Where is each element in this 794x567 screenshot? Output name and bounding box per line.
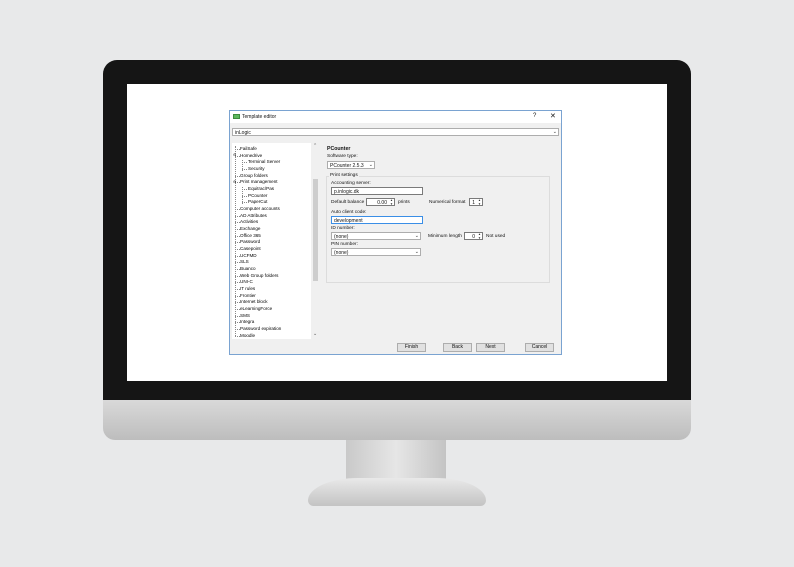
tree-item[interactable]: eLearningForce [240, 306, 272, 311]
tree-item[interactable]: Internet block [240, 299, 268, 304]
id-number-label: ID number: [331, 226, 355, 231]
template-editor-window: Template editor ? ✕ inLogic ⌄ FailSafe ⊖ H… [229, 110, 562, 355]
software-type-label: Software type: [327, 154, 358, 159]
tree-connector [235, 146, 236, 336]
tree-item[interactable]: PCounter [248, 193, 267, 198]
tree-collapse-icon[interactable]: ⊖ [233, 152, 236, 157]
tree-connector-stub [242, 162, 247, 164]
tree-connector-stub [242, 189, 247, 191]
tree-item[interactable]: Web Group folders [240, 273, 278, 278]
minimum-length-value: 0 [472, 234, 475, 240]
pin-number-value: (none) [334, 250, 349, 256]
monitor-chin [103, 400, 691, 440]
next-button[interactable]: Next [476, 343, 505, 352]
tree-scrollbar[interactable]: ⌃ ⌄ [311, 143, 320, 339]
tree-item[interactable]: Group folders [240, 173, 268, 178]
default-balance-unit: prints [398, 200, 410, 205]
tree-item[interactable]: Casepoint [240, 246, 261, 251]
tree-connector-stub [242, 195, 247, 197]
help-button[interactable]: ? [533, 113, 536, 119]
tree-item[interactable]: Buanco [240, 266, 256, 271]
title-bar: Template editor ? ✕ [230, 111, 561, 123]
spin-arrows-icon[interactable]: ▲ ▼ [478, 232, 481, 240]
auto-client-code-value: development [334, 218, 363, 224]
default-balance-value: 0.00 [377, 200, 387, 206]
pin-number-select[interactable]: (none) ⌄ [331, 248, 421, 256]
monitor-stand-base [308, 478, 486, 506]
id-number-select[interactable]: (none) ⌄ [331, 232, 421, 240]
spin-arrows-icon[interactable]: ▲ ▼ [478, 198, 481, 206]
numerical-format-stepper[interactable]: 1 ▲ ▼ [469, 198, 483, 206]
chevron-down-icon: ⌄ [414, 249, 419, 255]
auto-client-code-input[interactable]: development [331, 216, 423, 224]
accounting-server-input[interactable]: p.inlogic.dk [331, 187, 423, 195]
default-balance-label: Default balance [331, 200, 365, 205]
tree-item[interactable]: UNI-C [240, 279, 253, 284]
chevron-down-icon: ⌄ [368, 162, 373, 168]
numerical-format-value: 1 [472, 200, 475, 206]
software-type-select[interactable]: PCounter 2.5.3 ⌄ [327, 161, 375, 169]
tree-item[interactable]: Equitrac/Pas [248, 186, 274, 191]
default-balance-stepper[interactable]: 0.00 ▲ ▼ [366, 198, 395, 206]
accounting-server-value: p.inlogic.dk [334, 189, 360, 195]
scroll-down-icon[interactable]: ⌄ [313, 331, 317, 337]
tree-item[interactable]: AD Attributes [240, 213, 267, 218]
tree-item[interactable]: SLS [240, 259, 249, 264]
tree-item[interactable]: Frontier [240, 293, 256, 298]
spin-arrows-icon[interactable]: ▲ ▼ [390, 198, 393, 206]
auto-client-code-label: Auto client code: [331, 210, 367, 215]
software-type-value: PCounter 2.5.3 [330, 163, 364, 169]
finish-button[interactable]: Finish [397, 343, 426, 352]
tree-collapse-icon[interactable]: ⊖ [233, 179, 236, 184]
tree-item[interactable]: Terminal Server [248, 159, 280, 164]
tree-item[interactable]: UCFMD [240, 253, 257, 258]
tree-item[interactable]: Exchange [240, 226, 260, 231]
not-used-label: Not used [486, 234, 506, 239]
pin-number-label: PIN number: [331, 242, 358, 247]
tree-item[interactable]: Homedrive [240, 153, 262, 158]
accounting-server-label: Accounting server: [331, 181, 371, 186]
close-button[interactable]: ✕ [550, 112, 556, 120]
settings-tree: FailSafe ⊖ Homedrive Terminal Server Securit… [232, 143, 320, 339]
tree-item[interactable]: FailSafe [240, 146, 257, 151]
tree-item[interactable]: Activities [240, 219, 258, 224]
minimum-length-label: Minimum length [428, 234, 462, 239]
tree-item[interactable]: Password [240, 239, 260, 244]
window-title: Template editor [242, 114, 277, 120]
tree-item[interactable]: Computer accounts [240, 206, 280, 211]
tree-item[interactable]: Print management [240, 179, 278, 184]
tree-scroll-thumb[interactable] [313, 179, 318, 281]
template-select[interactable]: inLogic ⌄ [232, 128, 559, 136]
numerical-format-label: Numerical format [429, 200, 466, 205]
panel-title: PCounter [327, 146, 351, 152]
template-select-value: inLogic [235, 130, 251, 136]
app-icon [233, 114, 240, 119]
id-number-value: (none) [334, 234, 349, 240]
minimum-length-stepper[interactable]: 0 ▲ ▼ [464, 232, 483, 240]
tree-item[interactable]: SMS [240, 313, 250, 318]
tree-item[interactable]: Office 365 [240, 233, 261, 238]
scroll-up-icon[interactable]: ⌃ [313, 143, 317, 149]
tree-connector-stub [242, 169, 247, 170]
tree-item[interactable]: Password expiration [240, 326, 281, 331]
tree-item[interactable]: IT rules [240, 286, 255, 291]
tree-item[interactable]: Moodle [240, 333, 255, 338]
print-settings-label: Print settings [329, 173, 359, 178]
cancel-button[interactable]: Cancel [525, 343, 554, 352]
tree-item[interactable]: PaperCut [248, 199, 267, 204]
back-button[interactable]: Back [443, 343, 472, 352]
tree-connector-stub [242, 202, 247, 204]
chevron-down-icon: ⌄ [552, 129, 557, 135]
chevron-down-icon: ⌄ [414, 233, 419, 239]
tree-item[interactable]: Integra [240, 319, 254, 324]
tree-item[interactable]: Security [248, 166, 265, 171]
